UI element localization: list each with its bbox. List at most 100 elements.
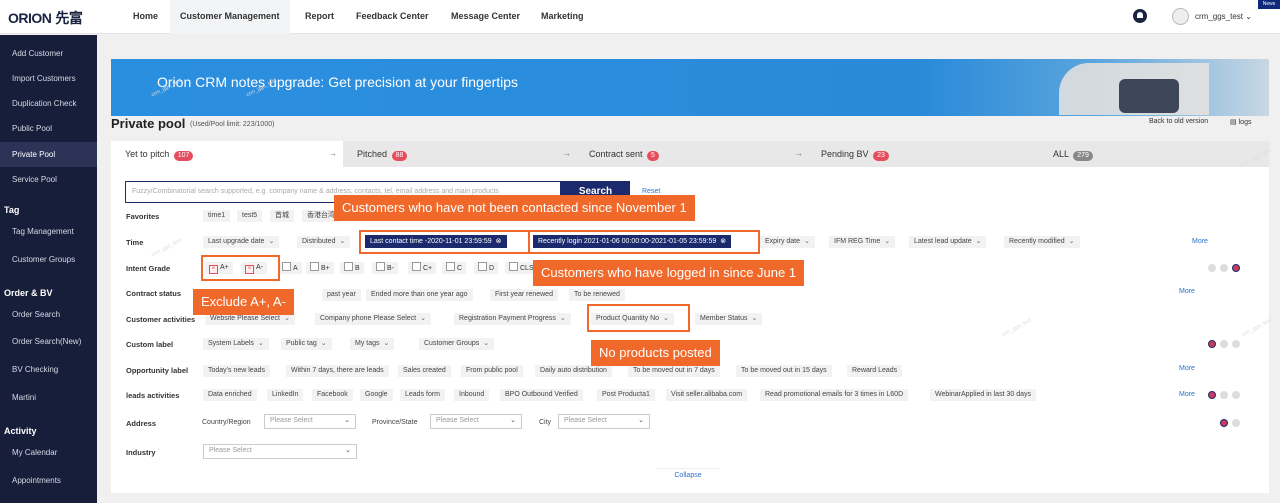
leads-chip[interactable]: Google — [360, 389, 393, 401]
time-more-link[interactable]: More — [1192, 238, 1208, 245]
last-upgrade-date-dropdown[interactable]: Last upgrade date — [203, 236, 280, 248]
country-region-select[interactable]: Please Select — [264, 414, 356, 429]
sidebar-item-service-pool[interactable]: Service Pool — [12, 175, 57, 184]
custom-label-label: Custom label — [126, 340, 174, 349]
sidebar-item-add-customer[interactable]: Add Customer — [12, 49, 63, 58]
system-labels-dropdown[interactable]: System Labels — [203, 338, 269, 350]
favorite-chip[interactable]: test5 — [237, 210, 263, 222]
opportunity-chip[interactable]: To be moved out in 15 days — [736, 365, 832, 377]
sidebar-item-tag-management[interactable]: Tag Management — [12, 227, 74, 236]
nav-feedback-center[interactable]: Feedback Center — [356, 11, 429, 21]
company-phone-dropdown[interactable]: Company phone Please Select — [315, 313, 432, 325]
leads-chip[interactable]: WebinarApplied in last 30 days — [930, 389, 1036, 401]
sidebar-item-order-search-new[interactable]: Order Search(New) — [12, 337, 81, 346]
sidebar: Add Customer Import Customers Duplicatio… — [0, 35, 97, 503]
my-tags-dropdown[interactable]: My tags — [350, 338, 395, 350]
city-label: City — [539, 419, 552, 426]
registration-payment-dropdown[interactable]: Registration Payment Progress — [454, 313, 571, 325]
favorite-chip[interactable]: 首城 — [270, 210, 294, 222]
industry-select[interactable]: Please Select — [203, 444, 357, 459]
username[interactable]: crm_ggs_test ⌄ — [1195, 12, 1252, 21]
collapse-button[interactable]: Collapse — [656, 468, 720, 482]
distributed-dropdown[interactable]: Distributed — [297, 236, 351, 248]
opportunity-chip[interactable]: Daily auto distribution — [535, 365, 612, 377]
grade-a-checkbox[interactable]: A — [278, 262, 302, 274]
nav-report[interactable]: Report — [305, 11, 334, 21]
promo-banner[interactable]: Orion CRM notes upgrade: Get precision a… — [111, 59, 1269, 116]
sidebar-item-my-calendar[interactable]: My Calendar — [12, 448, 57, 457]
province-state-select[interactable]: Please Select — [430, 414, 522, 429]
leads-chip[interactable]: Visit seller.alibaba.com — [666, 389, 748, 401]
leads-chip[interactable]: LinkedIn — [267, 389, 304, 401]
sidebar-item-private-pool[interactable]: Private Pool — [0, 142, 97, 167]
nav-home[interactable]: Home — [133, 11, 158, 21]
bell-icon[interactable] — [1133, 9, 1147, 23]
tab-yet-to-pitch[interactable]: Yet to pitch 107 — [111, 141, 343, 167]
opportunity-chip[interactable]: From public pool — [461, 365, 523, 377]
logs-link[interactable]: logs — [1230, 118, 1252, 126]
address-label: Address — [126, 419, 157, 428]
sidebar-item-import-customers[interactable]: Import Customers — [12, 74, 76, 83]
news-badge[interactable]: News — [1258, 0, 1280, 9]
highlight-intent-grade — [201, 255, 280, 281]
expiry-date-dropdown[interactable]: Expiry date — [760, 236, 815, 248]
leads-chip[interactable]: Leads form — [400, 389, 446, 401]
contract-chip[interactable]: To be renewed — [569, 289, 625, 301]
orion-logo[interactable]: ORION 先富 — [8, 8, 83, 28]
opportunity-chip[interactable]: Within 7 days, there are leads — [286, 365, 389, 377]
reset-button[interactable]: Reset — [642, 188, 660, 195]
opportunity-chip[interactable]: Reward Leads — [847, 365, 903, 377]
leads-chip[interactable]: Read promotional emails for 3 times in L… — [760, 389, 909, 401]
leads-chip[interactable]: Post Producta1 — [597, 389, 655, 401]
contract-chip[interactable]: First year renewed — [490, 289, 558, 301]
opportunity-more-link[interactable]: More — [1179, 365, 1195, 372]
recently-modified-dropdown[interactable]: Recently modified — [1004, 236, 1080, 248]
tab-all[interactable]: ALL 279 — [1039, 141, 1107, 167]
tab-contract-sent[interactable]: Contract sent 5 — [575, 141, 673, 167]
member-status-dropdown[interactable]: Member Status — [695, 313, 763, 325]
sidebar-item-customer-groups[interactable]: Customer Groups — [12, 255, 75, 264]
tab-pending-bv[interactable]: Pending BV 23 — [807, 141, 903, 167]
leads-chip[interactable]: BPO Outbound Verified — [500, 389, 583, 401]
grade-c-plus-checkbox[interactable]: C+ — [408, 262, 437, 274]
sidebar-item-appointments[interactable]: Appointments — [12, 476, 61, 485]
opportunity-chip[interactable]: Today's new leads — [203, 365, 270, 377]
leads-more-link[interactable]: More — [1179, 391, 1195, 398]
nav-message-center[interactable]: Message Center — [451, 11, 520, 21]
intent-toggle[interactable] — [1208, 264, 1240, 272]
sidebar-item-order-search[interactable]: Order Search — [12, 310, 60, 319]
contract-chip[interactable]: past year — [322, 289, 361, 301]
opportunity-chip[interactable]: Sales created — [398, 365, 451, 377]
city-select[interactable]: Please Select — [558, 414, 650, 429]
callout-no-products: No products posted — [591, 340, 720, 366]
public-tag-dropdown[interactable]: Public tag — [281, 338, 332, 350]
sidebar-item-martini[interactable]: Martini — [12, 393, 36, 402]
leads-chip[interactable]: Data enriched — [203, 389, 257, 401]
nav-customer-management[interactable]: Customer Management — [170, 0, 290, 34]
latest-lead-update-dropdown[interactable]: Latest lead update — [909, 236, 987, 248]
favorite-chip[interactable]: time1 — [203, 210, 231, 222]
customer-groups-dropdown[interactable]: Customer Groups — [419, 338, 495, 350]
grade-d-checkbox[interactable]: D — [474, 262, 499, 274]
sidebar-group-order-bv: Order & BV — [4, 288, 53, 298]
nav-marketing[interactable]: Marketing — [541, 11, 584, 21]
grade-c-checkbox[interactable]: C — [442, 262, 467, 274]
grade-b-checkbox[interactable]: B — [340, 262, 364, 274]
back-to-old-version-link[interactable]: Back to old version — [1149, 118, 1208, 125]
ifm-reg-time-dropdown[interactable]: IFM REG Time — [829, 236, 896, 248]
grade-b-minus-checkbox[interactable]: B- — [372, 262, 398, 274]
custom-label-toggle[interactable] — [1208, 340, 1240, 348]
tab-pitched[interactable]: Pitched 88 — [343, 141, 421, 167]
opportunity-chip[interactable]: To be moved out in 7 days — [628, 365, 720, 377]
avatar[interactable] — [1172, 8, 1189, 25]
leads-chip[interactable]: Inbound — [454, 389, 490, 401]
grade-b-plus-checkbox[interactable]: B+ — [306, 262, 334, 274]
sidebar-item-bv-checking[interactable]: BV Checking — [12, 365, 58, 374]
contract-chip[interactable]: Ended more than one year ago — [366, 289, 473, 301]
leads-chip[interactable]: Facebook — [312, 389, 353, 401]
sidebar-item-duplication-check[interactable]: Duplication Check — [12, 99, 76, 108]
address-toggle[interactable] — [1220, 419, 1252, 427]
contract-more-link[interactable]: More — [1179, 288, 1195, 295]
sidebar-item-public-pool[interactable]: Public Pool — [12, 124, 52, 133]
leads-toggle[interactable] — [1208, 391, 1240, 399]
